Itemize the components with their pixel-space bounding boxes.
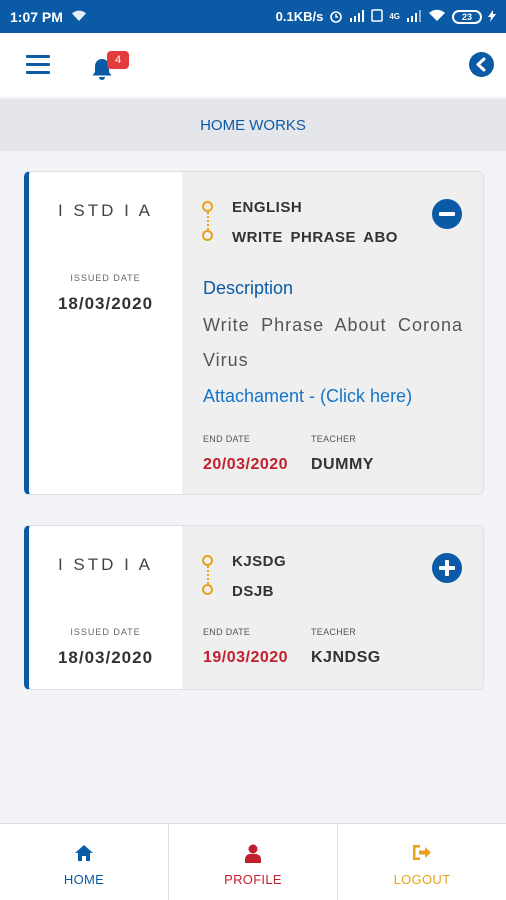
menu-bar: [26, 55, 50, 58]
page-title: HOME WORKS: [0, 99, 506, 151]
teacher-label: TEACHER: [311, 627, 357, 637]
plus-icon-vertical: [445, 560, 449, 576]
notification-button[interactable]: 4: [90, 51, 130, 81]
end-date-value: 19/03/2020: [203, 649, 289, 666]
homework-card[interactable]: I STD I A ISSUED DATE 18/03/2020 KJSDG D…: [24, 525, 484, 690]
timeline-dot: [202, 555, 213, 566]
timeline-line: [207, 566, 209, 584]
battery-icon: 23: [452, 9, 482, 24]
homework-topic: WRITE PHRASE ABO: [232, 229, 398, 246]
class-name: I STD I A: [57, 555, 154, 574]
home-icon: [75, 845, 93, 861]
wifi-icon-2: [428, 9, 446, 24]
issued-date-label: ISSUED DATE: [70, 627, 141, 637]
teacher-name: KJNDSG: [311, 649, 381, 666]
nav-logout[interactable]: LOGOUT: [338, 824, 506, 900]
issued-date-label: ISSUED DATE: [70, 273, 141, 283]
homework-card[interactable]: I STD I A ISSUED DATE 18/03/2020 ENGLISH…: [24, 171, 484, 495]
nav-home-label: HOME: [63, 872, 105, 887]
end-date-value: 20/03/2020: [203, 456, 289, 473]
issued-date-value: 18/03/2020: [57, 648, 154, 667]
signal-icon: [349, 9, 365, 24]
teacher-label: TEACHER: [311, 434, 357, 444]
card-right-panel: KJSDG DSJB END DATE TEACHER 19/03/2020 K…: [182, 526, 483, 689]
card-right-panel: ENGLISH WRITE PHRASE ABO Description Wri…: [182, 172, 483, 494]
chevron-left-icon: [476, 57, 486, 72]
network-type-label: 4G: [389, 11, 400, 21]
nav-home[interactable]: HOME: [0, 824, 169, 900]
timeline-icon: [202, 555, 216, 595]
card-left-panel: I STD I A ISSUED DATE 18/03/2020: [29, 526, 182, 689]
homework-topic: DSJB: [232, 583, 275, 600]
app-bar: 4: [0, 33, 506, 97]
battery-level: 23: [461, 11, 472, 22]
issued-date-value: 18/03/2020: [57, 294, 154, 313]
menu-bar: [26, 63, 50, 66]
status-bar: 1:07 PM 0.1KB/s 4G 23: [0, 0, 506, 33]
collapse-button[interactable]: [432, 199, 462, 229]
nav-profile[interactable]: PROFILE: [169, 824, 338, 900]
charging-icon: [488, 9, 496, 24]
user-icon: [245, 844, 261, 863]
signal-icon-2: [406, 9, 422, 24]
timeline-dot: [202, 230, 213, 241]
attachment-link[interactable]: Attachament - (Click here): [203, 386, 412, 407]
alarm-icon: [329, 9, 343, 25]
menu-bar: [26, 71, 50, 74]
timeline-line: [207, 212, 209, 230]
subject-name: ENGLISH: [232, 199, 303, 216]
end-date-label: END DATE: [203, 627, 251, 637]
back-button[interactable]: [469, 52, 494, 77]
menu-button[interactable]: [26, 55, 50, 75]
net-speed: 0.1KB/s: [275, 9, 324, 24]
class-name: I STD I A: [57, 201, 154, 220]
teacher-name: DUMMY: [311, 456, 374, 473]
expand-button[interactable]: [432, 553, 462, 583]
bottom-nav: HOME PROFILE LOGOUT: [0, 823, 506, 900]
subject-name: KJSDG: [232, 553, 287, 570]
logout-icon: [413, 845, 431, 860]
card-left-panel: I STD I A ISSUED DATE 18/03/2020: [29, 172, 182, 494]
timeline-icon: [202, 201, 216, 241]
notification-badge: 4: [107, 51, 129, 69]
end-date-label: END DATE: [203, 434, 251, 444]
description-label: Description: [203, 278, 294, 298]
wifi-icon: [71, 10, 87, 24]
nav-profile-label: PROFILE: [224, 872, 282, 887]
minus-icon: [439, 212, 455, 216]
description-text: Write Phrase About Corona Virus: [203, 315, 463, 370]
timeline-dot: [202, 584, 213, 595]
timeline-dot: [202, 201, 213, 212]
sim-icon: [371, 9, 384, 24]
status-time: 1:07 PM: [10, 8, 63, 25]
nav-logout-label: LOGOUT: [393, 872, 451, 887]
